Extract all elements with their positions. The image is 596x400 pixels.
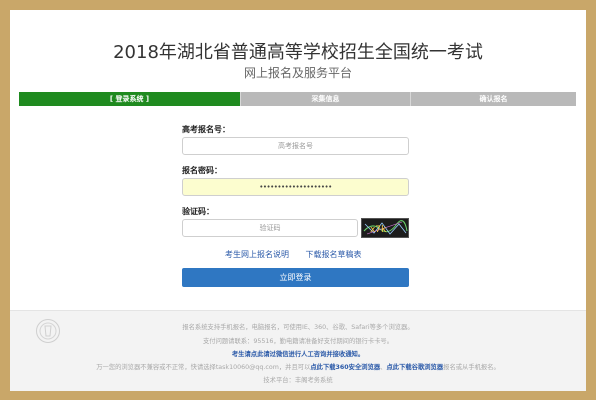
- captcha-input[interactable]: 验证码: [182, 219, 358, 237]
- captcha-label: 验证码：: [182, 207, 214, 216]
- footer-tech-platform: 技术平台：丰阁考务系统: [263, 377, 333, 384]
- exam-number-input[interactable]: 高考报名号: [182, 137, 409, 155]
- footer-payment-note: 支付问题请联系：95516，勤电籍请准备好支付期间的银行卡卡号。: [202, 338, 394, 345]
- registration-guide-link[interactable]: 考生网上报名说明: [225, 250, 289, 259]
- footer-download-line: 万一您的浏览器不兼容或不正常，快请选择task10060@qq.com，并且可以…: [10, 362, 586, 371]
- page-title: 2018年湖北省普通高等学校招生全国统一考试: [113, 42, 483, 63]
- footer-browser-note: 报名系统支持手机报名，电脑报名，可使用IE、360、谷歌、Safari等多个浏览…: [182, 324, 414, 331]
- step-confirm: 确认报名: [410, 92, 576, 106]
- password-label: 报名密码：: [182, 166, 222, 175]
- page-subtitle: 网上报名及服务平台: [243, 66, 352, 80]
- footer-download-suffix: 报名或从手机报名。: [443, 364, 500, 371]
- step-collect-info: 采集信息: [240, 92, 410, 106]
- wechat-consult-link[interactable]: 考生请点此请过微信进行人工咨询并接收通知。: [232, 351, 364, 358]
- captcha-noise-icon: x7k: [363, 220, 408, 235]
- svg-text:x7k: x7k: [370, 225, 387, 235]
- footer: 报名系统支持手机报名，电脑报名，可使用IE、360、谷歌、Safari等多个浏览…: [10, 310, 586, 391]
- progress-steps: [ 登录系统 ] 采集信息 确认报名: [19, 92, 576, 106]
- main-panel: 2018年湖北省普通高等学校招生全国统一考试 网上报名及服务平台 [ 登录系统 …: [10, 10, 586, 391]
- footer-wechat-line: 考生请点此请过微信进行人工咨询并接收通知。: [10, 349, 586, 358]
- download-360-browser-link[interactable]: 点此下载360安全浏览器: [310, 364, 380, 371]
- download-chrome-browser-link[interactable]: 点此下载谷歌浏览器: [386, 364, 443, 371]
- help-links: 考生网上报名说明 下载报名草稿表: [225, 249, 376, 260]
- footer-download-prefix: 万一您的浏览器不兼容或不正常，快请选择task10060@qq.com，并且可以: [96, 364, 311, 371]
- download-draft-form-link[interactable]: 下载报名草稿表: [306, 250, 362, 259]
- password-input[interactable]: ••••••••••••••••••••: [182, 178, 409, 196]
- exam-number-label: 高考报名号：: [182, 125, 230, 134]
- captcha-image[interactable]: x7k: [361, 218, 409, 238]
- step-login: [ 登录系统 ]: [19, 92, 240, 106]
- login-button[interactable]: 立即登录: [182, 268, 409, 287]
